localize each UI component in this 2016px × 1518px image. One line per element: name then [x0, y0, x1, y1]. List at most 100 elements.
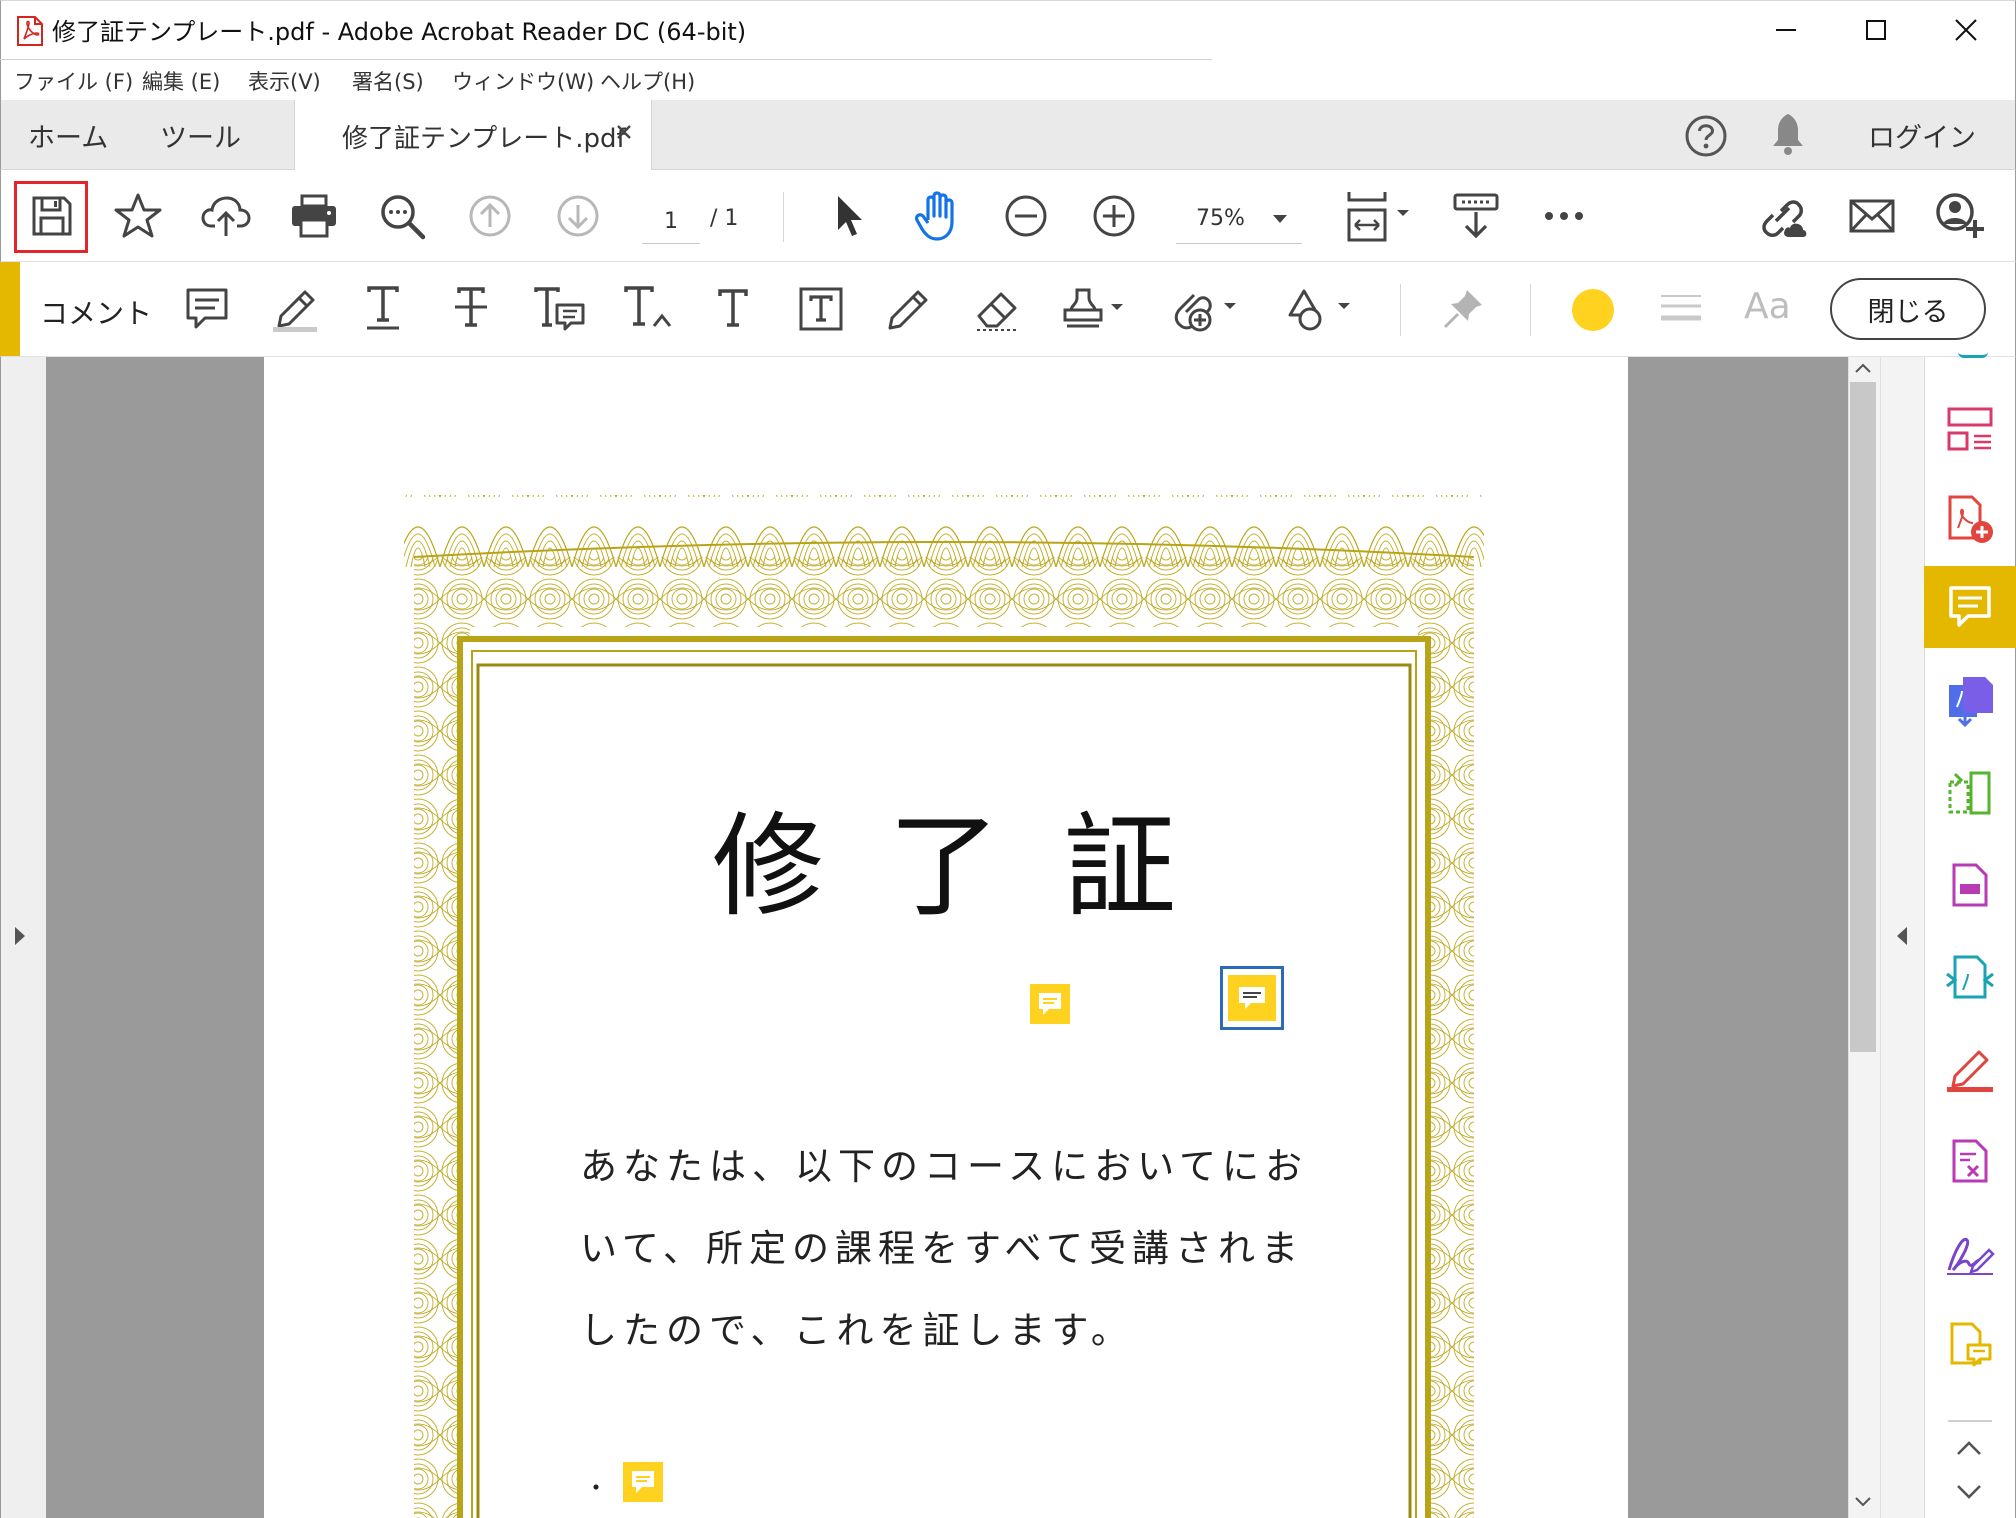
select-tool-button[interactable]	[820, 186, 880, 246]
sticky-note-icon	[186, 288, 228, 329]
toolbar-divider	[783, 192, 784, 242]
sticky-note-annotation[interactable]	[1030, 984, 1070, 1024]
certificate-body-line-1: あなたは、以下のコースにおいてにお	[580, 1145, 1309, 1188]
insert-text-button[interactable]	[616, 278, 678, 340]
hand-tool-button[interactable]	[908, 186, 968, 246]
scrollbar-thumb[interactable]	[1850, 382, 1876, 1052]
rail-sign[interactable]	[1924, 1212, 2016, 1294]
comment-toolbar-divider-2	[1530, 284, 1531, 336]
rail-create-pdf[interactable]	[1924, 478, 2016, 560]
close-tab-icon[interactable]	[616, 124, 632, 140]
zoom-select[interactable]: 75%	[1176, 196, 1302, 244]
page-number-input[interactable]: 1	[642, 200, 700, 244]
rail-scroll-down-icon[interactable]	[1956, 1484, 1982, 1500]
close-comment-tools-button[interactable]: 閉じる	[1830, 278, 1986, 340]
link-cloud-icon	[1762, 200, 1807, 237]
stamp-button[interactable]	[1058, 278, 1134, 340]
sticky-note-annotation-2[interactable]	[623, 1462, 663, 1502]
text-icon	[718, 289, 748, 327]
email-button[interactable]	[1842, 186, 1902, 246]
comment-note-icon	[1039, 993, 1061, 1015]
zoom-out-button[interactable]	[996, 186, 1056, 246]
comment-toolbar-divider	[1400, 284, 1401, 336]
compare-icon	[1948, 771, 1991, 815]
rail-comment[interactable]	[1924, 566, 2016, 648]
save-button[interactable]	[22, 186, 82, 246]
text-box-button[interactable]	[790, 278, 852, 340]
previous-page-button[interactable]	[460, 186, 520, 246]
text-properties-button[interactable]: Aa	[1744, 286, 1791, 327]
menu-help[interactable]: ヘルプ(H)	[600, 66, 695, 96]
organize-pages-icon	[1947, 407, 1993, 451]
search-icon	[381, 195, 426, 240]
stamp-icon	[1063, 288, 1123, 328]
comment-toolbar-label: コメント	[40, 297, 153, 330]
bell-icon[interactable]	[1770, 112, 1806, 156]
next-page-button[interactable]	[548, 186, 608, 246]
rail-edit-pdf[interactable]	[1924, 844, 2016, 926]
menu-file[interactable]: ファイル (F)	[14, 66, 133, 96]
selected-note-annotation[interactable]	[1220, 966, 1284, 1030]
rail-send-comments[interactable]	[1924, 1304, 2016, 1386]
printer-icon	[292, 194, 336, 238]
scroll-mode-button[interactable]	[1446, 186, 1506, 246]
tab-home[interactable]: ホーム	[28, 116, 108, 155]
shapes-button[interactable]	[1282, 278, 1358, 340]
minimize-button[interactable]	[1742, 0, 1830, 60]
share-link-button[interactable]	[1754, 186, 1814, 246]
collapse-right-pane-icon[interactable]	[1896, 926, 1908, 946]
help-icon[interactable]	[1684, 114, 1728, 158]
menu-view[interactable]: 表示(V)	[248, 66, 321, 96]
fill-sign-icon	[1947, 1050, 1993, 1092]
color-picker-swatch[interactable]	[1572, 289, 1614, 331]
line-width-button[interactable]	[1650, 278, 1712, 340]
scroll-down-icon[interactable]	[1854, 1496, 1872, 1508]
line-width-icon	[1661, 295, 1701, 321]
text-box-icon	[799, 287, 843, 331]
rail-scroll-up-icon[interactable]	[1956, 1440, 1982, 1456]
expand-left-pane-icon[interactable]	[14, 926, 26, 946]
maximize-button[interactable]	[1832, 0, 1920, 60]
insert-text-icon	[624, 286, 672, 327]
pin-icon	[1443, 290, 1482, 329]
zoom-in-button[interactable]	[1084, 186, 1144, 246]
menu-edit[interactable]: 編集 (E)	[142, 66, 220, 96]
export-pdf-icon	[1949, 677, 1993, 728]
underline-text-button[interactable]	[352, 278, 414, 340]
rail-fill-sign[interactable]	[1924, 1028, 2016, 1110]
bookmark-star-button[interactable]	[108, 186, 168, 246]
comment-toolbar-accent	[0, 262, 20, 356]
menu-window[interactable]: ウィンドウ(W)	[452, 66, 594, 96]
sticky-note-button[interactable]	[176, 278, 238, 340]
menu-sign[interactable]: 署名(S)	[352, 66, 424, 96]
strikethrough-button[interactable]	[440, 278, 502, 340]
rail-organize-pages[interactable]	[1924, 388, 2016, 470]
add-user-icon	[1936, 193, 1984, 238]
highlight-button[interactable]	[264, 278, 326, 340]
shapes-icon	[1288, 289, 1350, 331]
page-fit-button[interactable]	[1342, 186, 1412, 246]
acrobat-icon	[16, 16, 44, 46]
pencil-button[interactable]	[878, 278, 940, 340]
replace-text-button[interactable]	[528, 278, 590, 340]
scroll-up-icon[interactable]	[1854, 362, 1872, 374]
print-button[interactable]	[284, 186, 344, 246]
attach-file-button[interactable]	[1168, 278, 1244, 340]
edit-pdf-icon	[1952, 863, 1988, 907]
tab-tools[interactable]: ツール	[160, 116, 241, 155]
close-window-button[interactable]	[1922, 0, 2010, 60]
add-text-button[interactable]	[702, 278, 764, 340]
find-button[interactable]	[372, 186, 432, 246]
rail-redact[interactable]	[1924, 1120, 2016, 1202]
eraser-button[interactable]	[966, 278, 1028, 340]
login-button[interactable]: ログイン	[1868, 116, 1976, 155]
rail-convert[interactable]	[1924, 936, 2016, 1018]
pin-tool-button[interactable]	[1432, 278, 1494, 340]
viewer-margin-right	[1628, 357, 1848, 1518]
upload-cloud-button[interactable]	[196, 186, 256, 246]
more-tools-button[interactable]	[1534, 186, 1594, 246]
certificate-heading: 修了証	[712, 802, 1240, 932]
rail-export-pdf[interactable]	[1924, 660, 2016, 742]
account-share-button[interactable]	[1930, 186, 1990, 246]
rail-compare[interactable]	[1924, 752, 2016, 834]
